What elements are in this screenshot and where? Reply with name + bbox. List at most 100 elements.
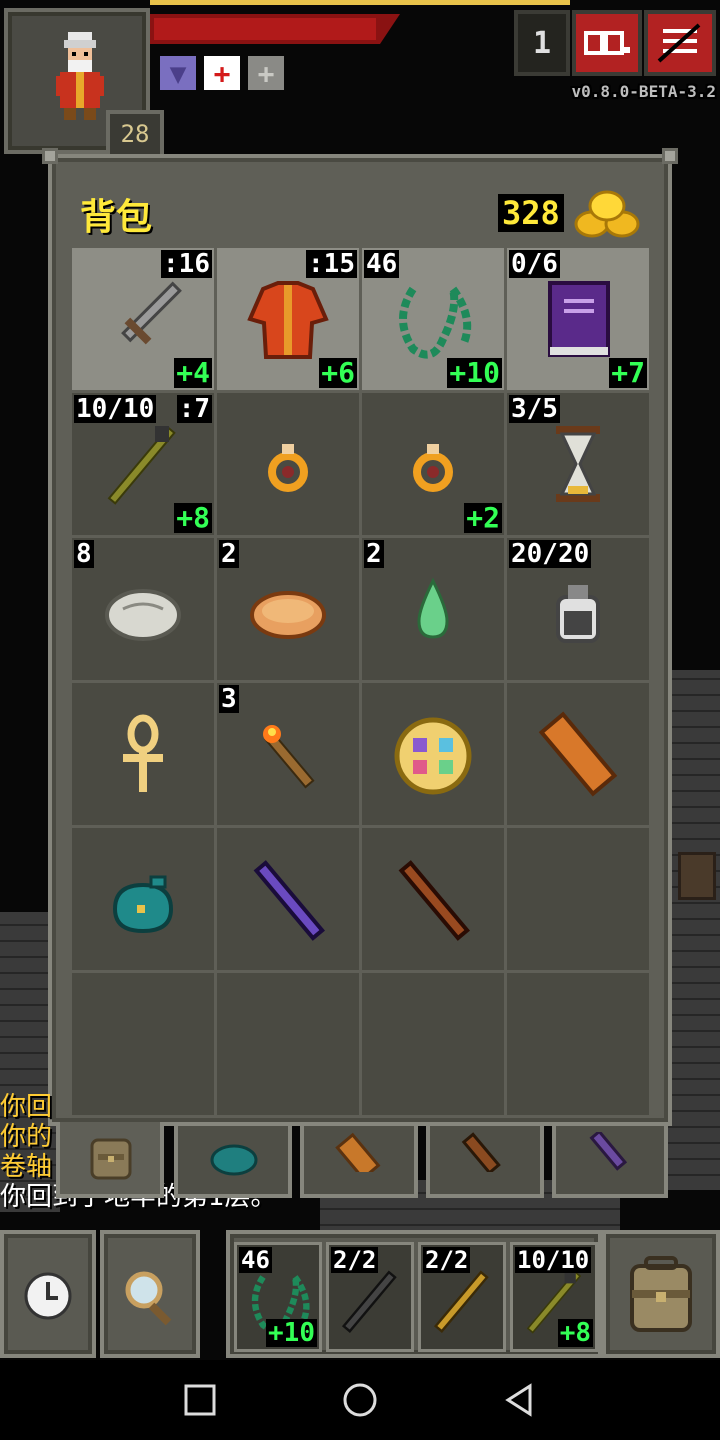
item-quantity-label: 46 <box>239 1246 272 1274</box>
bottom-toolbar: 46 +10 2/2 2/2 10/10 +8 <box>0 1226 720 1360</box>
pouch-icon <box>112 875 174 934</box>
backpack-window: 背包 3 2 8 :16 +4:15 +6 46 +10 0/6 +7 10/10:7 +8 +2 3/… <box>42 148 678 1126</box>
dungeon-wall <box>668 670 720 1190</box>
wait-button[interactable] <box>0 1230 96 1358</box>
tab-potion-bandolier[interactable] <box>552 1122 668 1198</box>
gold-pile-icon <box>574 190 640 238</box>
hero-sprite-icon <box>56 32 104 120</box>
item-quantity-label: 20/20 <box>509 539 592 569</box>
alchemy-wheel-icon <box>394 717 472 795</box>
chain-necklace-icon <box>399 286 472 359</box>
spellbook-icon <box>548 281 610 357</box>
inventory-button[interactable] <box>602 1230 720 1358</box>
item-upgrade-label: +8 <box>174 501 212 534</box>
inventory-slot[interactable] <box>362 828 504 970</box>
bag-tabs <box>56 1122 668 1198</box>
item-tier-label: :15 <box>306 249 357 279</box>
search-button[interactable] <box>100 1230 200 1358</box>
wand-purple-icon <box>253 860 325 941</box>
inventory-slot[interactable]: +2 <box>362 393 504 535</box>
experience-bar <box>150 0 570 5</box>
ring-icon <box>268 444 308 492</box>
quickslot-3[interactable]: 2/2 <box>418 1242 506 1352</box>
quickslot-bar: 46 +10 2/2 2/2 10/10 +8 <box>226 1230 602 1358</box>
ankh-icon <box>123 714 163 792</box>
back-icon[interactable] <box>498 1378 542 1422</box>
inventory-slot[interactable]: 20/20 <box>507 538 649 680</box>
tab-scroll-holder[interactable] <box>300 1122 418 1198</box>
scroll-holder-icon <box>538 711 618 797</box>
depth-indicator[interactable]: 1 <box>514 10 570 76</box>
staff-icon <box>107 426 176 505</box>
menu-button[interactable] <box>644 10 716 76</box>
stone-icon <box>105 589 181 641</box>
healing-buff-icon[interactable]: + <box>204 56 240 90</box>
hero-level-badge: 28 <box>106 110 164 158</box>
inventory-slot[interactable] <box>362 683 504 825</box>
home-icon[interactable] <box>338 1378 382 1422</box>
dew-vial-icon <box>556 585 600 643</box>
bandolier-icon <box>589 1132 628 1171</box>
item-quantity-label: 10/10 <box>74 394 157 424</box>
inventory-slot[interactable] <box>217 393 359 535</box>
tab-wand-holster[interactable] <box>426 1122 544 1198</box>
item-quantity-label: 3/5 <box>509 394 560 424</box>
log-line: 你回 <box>0 1092 53 1122</box>
quickslot-4[interactable]: 10/10 +8 <box>510 1242 598 1352</box>
empty-slot[interactable] <box>507 973 649 1115</box>
item-quantity-label: 8 <box>74 539 94 569</box>
inventory-slot[interactable]: 2 <box>217 538 359 680</box>
quickslot-1[interactable]: 46 +10 <box>234 1242 322 1352</box>
item-quantity-label: 2 <box>219 539 239 569</box>
wand-holster-icon <box>461 1132 501 1172</box>
item-quantity-label: 2/2 <box>423 1246 471 1274</box>
item-quantity-label: 3 <box>219 684 239 714</box>
item-quantity-label: 0/6 <box>509 249 560 279</box>
window-corner <box>662 148 678 164</box>
inventory-slot[interactable] <box>72 828 214 970</box>
bless-buff-icon[interactable]: + <box>248 56 284 90</box>
inventory-slot[interactable]: 2 <box>362 538 504 680</box>
item-quantity-label: 2/2 <box>331 1246 379 1274</box>
empty-slot[interactable] <box>507 828 649 970</box>
backpack-title: 背包 <box>80 197 153 238</box>
wand-wood-icon <box>398 860 470 941</box>
quickslot-2[interactable]: 2/2 <box>326 1242 414 1352</box>
search-icon <box>125 1271 172 1326</box>
item-upgrade-label: +7 <box>609 356 647 389</box>
inventory-slot[interactable] <box>72 683 214 825</box>
inventory-slot[interactable]: 8 <box>72 538 214 680</box>
item-upgrade-label: +10 <box>266 1318 317 1348</box>
dungeon-door <box>678 852 716 900</box>
inventory-slot[interactable] <box>217 828 359 970</box>
ring-icon <box>413 444 453 492</box>
item-tier-label: :16 <box>161 249 212 279</box>
tab-pouch[interactable] <box>174 1122 292 1198</box>
item-upgrade-label: +2 <box>464 501 502 534</box>
inventory-slot[interactable]: 46 +10 <box>362 248 504 390</box>
backpack-icon <box>630 1256 692 1332</box>
inventory-slot[interactable]: 3 <box>217 683 359 825</box>
empty-slot[interactable] <box>362 973 504 1115</box>
inventory-slot[interactable]: :15 +6 <box>217 248 359 390</box>
item-upgrade-label: +4 <box>174 356 212 389</box>
journal-button[interactable] <box>572 10 642 76</box>
inventory-slot[interactable]: 0/6 +7 <box>507 248 649 390</box>
hourglass-icon <box>556 426 600 502</box>
inventory-slot[interactable]: 3/5 <box>507 393 649 535</box>
inventory-slot[interactable]: :16 +4 <box>72 248 214 390</box>
item-upgrade-label: +10 <box>447 356 502 389</box>
torch-icon <box>263 725 315 789</box>
robe-icon <box>247 281 329 359</box>
inventory-slot[interactable] <box>507 683 649 825</box>
inventory-slot[interactable]: 10/10:7 +8 <box>72 393 214 535</box>
item-quantity-label: 2 <box>364 539 384 569</box>
android-navigation-bar <box>0 1360 720 1440</box>
version-label: v0.8.0-BETA-3.2 <box>571 82 717 101</box>
recents-icon[interactable] <box>178 1378 222 1422</box>
mind-vision-buff-icon[interactable]: ▼ <box>160 56 196 90</box>
clock-icon <box>24 1272 72 1320</box>
backpack-icon <box>90 1138 132 1180</box>
tab-main-backpack[interactable] <box>56 1122 164 1198</box>
journal-icon <box>584 31 630 55</box>
